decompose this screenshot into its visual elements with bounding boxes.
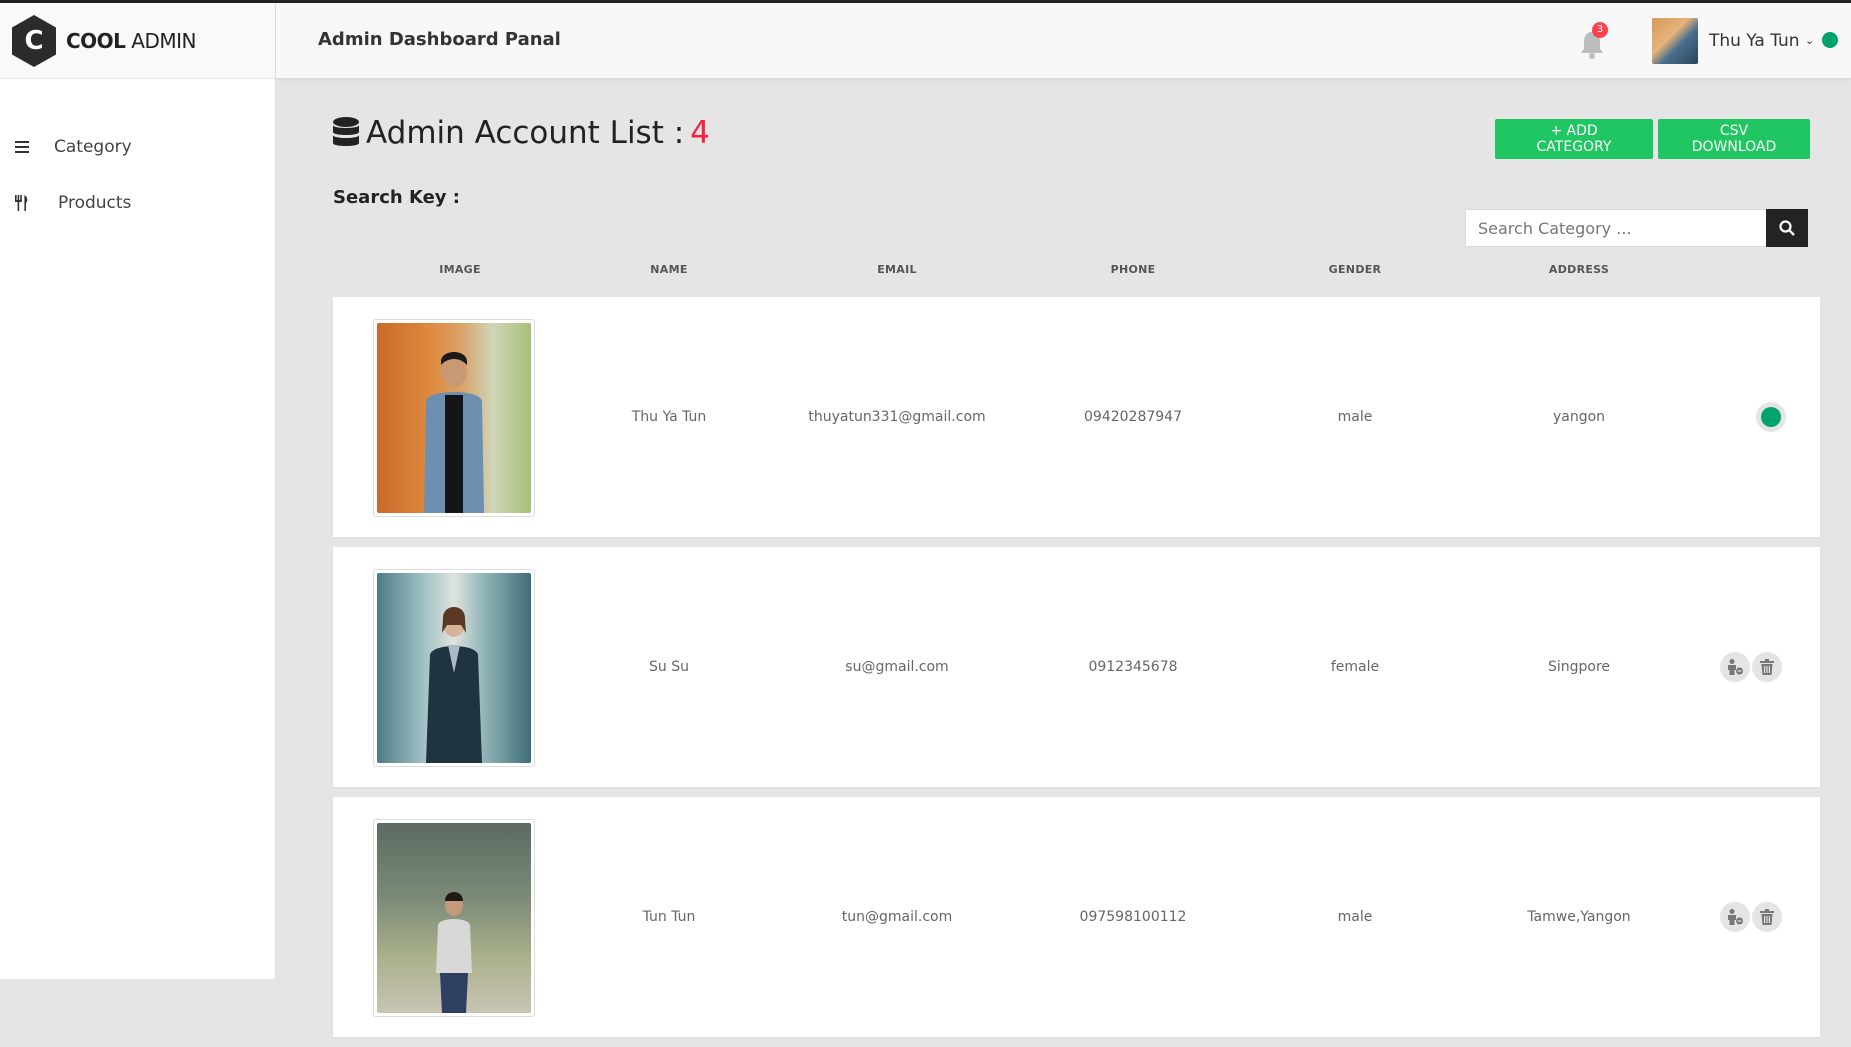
cell-gender: male — [1337, 909, 1373, 925]
current-user-status-icon — [1756, 402, 1786, 432]
cell-gender: male — [1337, 409, 1373, 425]
sidebar-item-label: Category — [54, 137, 132, 157]
page-title: Admin Account List : 4 — [332, 115, 710, 151]
menu-icon — [12, 141, 32, 153]
cell-gender: female — [1330, 659, 1380, 675]
cell-name: Thu Ya Tun — [631, 409, 707, 425]
search-key-label: Search Key : — [333, 187, 460, 208]
online-status-dot — [1822, 32, 1838, 48]
table-row: Su Su su@gmail.com 0912345678 female Sin… — [333, 547, 1820, 787]
trash-icon — [1760, 659, 1774, 675]
add-category-button[interactable]: + ADD CATEGORY — [1495, 119, 1653, 159]
avatar — [373, 319, 535, 517]
account-count: 4 — [690, 115, 710, 151]
search-button[interactable] — [1766, 209, 1808, 247]
trash-icon — [1760, 909, 1774, 925]
database-icon — [333, 117, 359, 146]
notification-badge: 3 — [1592, 22, 1608, 38]
cell-email: thuyatun331@gmail.com — [808, 409, 986, 425]
logo-text: COOL ADMIN — [66, 28, 196, 53]
column-header-name: NAME — [650, 263, 688, 276]
table-row: Tun Tun tun@gmail.com 097598100112 male … — [333, 797, 1820, 1037]
chevron-down-icon[interactable]: ⌄ — [1805, 34, 1814, 47]
delete-button[interactable] — [1752, 652, 1782, 682]
remove-admin-button[interactable] — [1720, 652, 1750, 682]
cell-phone: 097598100112 — [1079, 909, 1187, 925]
cell-name: Tun Tun — [642, 909, 696, 925]
avatar[interactable] — [1652, 18, 1698, 64]
column-header-phone: PHONE — [1110, 263, 1156, 276]
cell-phone: 09420287947 — [1084, 409, 1182, 425]
cell-name: Su Su — [649, 659, 689, 675]
logo-hexagon-icon: C — [12, 14, 56, 67]
main-content: Admin Account List : 4 + ADD CATEGORY CS… — [277, 79, 1851, 1037]
sidebar-item-label: Products — [58, 193, 132, 213]
column-header-address: ADDRESS — [1548, 263, 1610, 276]
user-minus-icon — [1728, 659, 1743, 675]
cell-email: su@gmail.com — [845, 659, 949, 675]
svg-text:C: C — [24, 26, 43, 56]
sidebar-item-category[interactable]: Category — [0, 119, 275, 175]
page-title-text: Admin Account List : — [366, 115, 685, 151]
table-row: Thu Ya Tun thuyatun331@gmail.com 0942028… — [333, 297, 1820, 537]
delete-button[interactable] — [1752, 902, 1782, 932]
user-minus-icon — [1728, 909, 1743, 925]
avatar — [373, 569, 535, 767]
search-input[interactable] — [1465, 209, 1767, 247]
column-header-image: IMAGE — [439, 263, 481, 276]
cell-address: yangon — [1552, 409, 1606, 425]
table-header: IMAGE NAME EMAIL PHONE GENDER ADDRESS — [333, 263, 1820, 291]
cell-phone: 0912345678 — [1088, 659, 1178, 675]
sidebar-nav: Category Products — [0, 119, 275, 231]
remove-admin-button[interactable] — [1720, 902, 1750, 932]
cell-email: tun@gmail.com — [841, 909, 953, 925]
avatar — [373, 819, 535, 1017]
column-header-email: EMAIL — [877, 263, 917, 276]
user-name[interactable]: Thu Ya Tun — [1709, 31, 1800, 51]
search-icon — [1779, 220, 1795, 236]
top-header: Admin Dashboard Panal 3 Thu Ya Tun ⌄ — [276, 3, 1851, 79]
cell-address: Tamwe,Yangon — [1527, 909, 1631, 925]
sidebar: C COOL ADMIN Category Products — [0, 3, 276, 979]
logo[interactable]: C COOL ADMIN — [0, 3, 275, 79]
cell-address: Singpore — [1547, 659, 1611, 675]
column-header-gender: GENDER — [1328, 263, 1382, 276]
sidebar-item-products[interactable]: Products — [0, 175, 275, 231]
account-table: Thu Ya Tun thuyatun331@gmail.com 0942028… — [333, 297, 1820, 1047]
cutlery-icon — [12, 195, 32, 211]
page-header-title: Admin Dashboard Panal — [318, 29, 561, 50]
csv-download-button[interactable]: CSV DOWNLOAD — [1658, 119, 1810, 159]
